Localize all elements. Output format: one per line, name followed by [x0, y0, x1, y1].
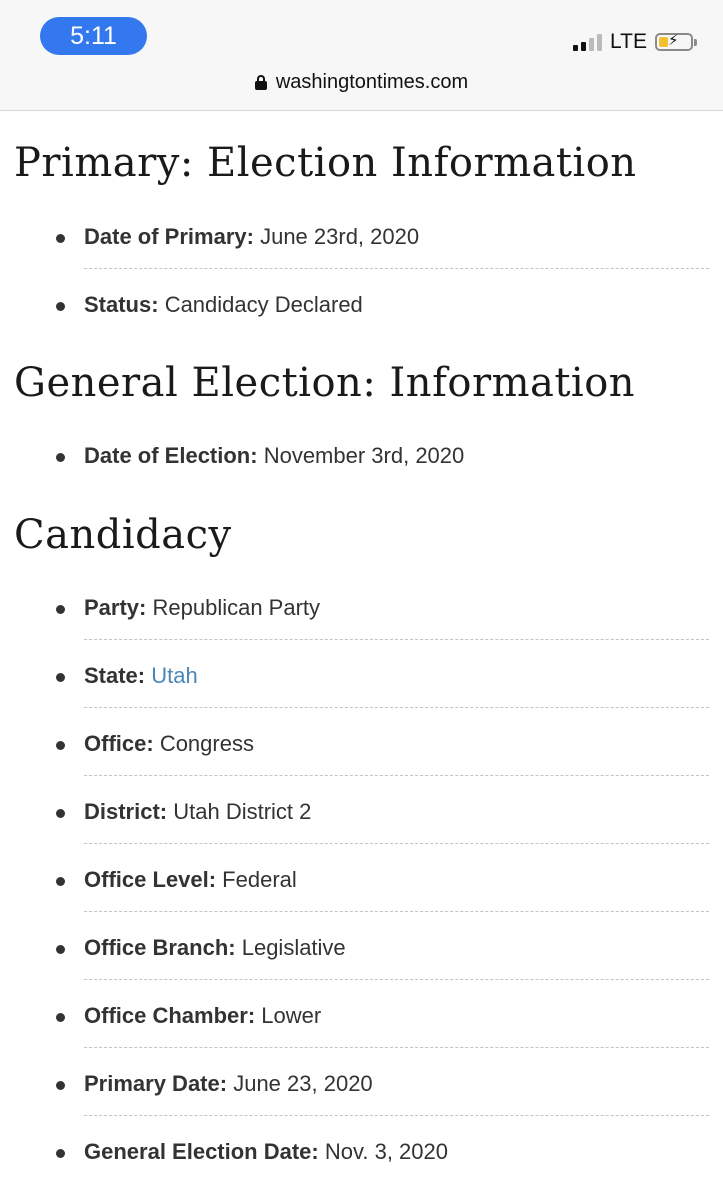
status-indicators: LTE ⚡ — [573, 29, 697, 55]
item-label: Date of Election: — [84, 443, 258, 468]
item-label: Date of Primary: — [84, 224, 254, 249]
cellular-signal-icon — [573, 33, 603, 51]
list-item-office-chamber: Office Chamber: Lower — [0, 980, 723, 1048]
item-label: Office Level: — [84, 867, 217, 892]
item-label: Party: — [84, 595, 147, 620]
item-label: State: — [84, 663, 146, 688]
battery-icon: ⚡ — [655, 32, 697, 51]
state-link[interactable]: Utah — [151, 663, 197, 688]
browser-top-bar: 5:11 LTE ⚡ washingtontimes.com — [0, 0, 723, 111]
candidacy-info-list: Party: Republican Party State: Utah Offi… — [0, 572, 723, 1184]
item-value: Candidacy Declared — [164, 292, 363, 317]
item-value: Republican Party — [152, 595, 321, 620]
item-label: Office: — [84, 731, 154, 756]
general-election-info-list: Date of Election: November 3rd, 2020 — [0, 420, 723, 488]
address-bar[interactable]: washingtontimes.com — [0, 68, 723, 96]
item-label: District: — [84, 799, 168, 824]
list-item-date-of-election: Date of Election: November 3rd, 2020 — [0, 420, 723, 488]
list-item-office-level: Office Level: Federal — [0, 844, 723, 912]
item-value: Utah District 2 — [173, 799, 312, 824]
item-value: Lower — [261, 1003, 322, 1028]
list-item-office: Office: Congress — [0, 708, 723, 776]
item-value: June 23, 2020 — [233, 1071, 373, 1096]
general-election-section-title: General Election: Information — [14, 360, 636, 406]
list-item-general-election-date: General Election Date: Nov. 3, 2020 — [0, 1116, 723, 1184]
list-item-state: State: Utah — [0, 640, 723, 708]
item-label: General Election Date: — [84, 1139, 319, 1164]
item-label: Office Branch: — [84, 935, 236, 960]
list-item-status: Status: Candidacy Declared — [0, 269, 723, 337]
item-value: November 3rd, 2020 — [263, 443, 465, 468]
item-label: Office Chamber: — [84, 1003, 256, 1028]
item-value: Nov. 3, 2020 — [324, 1139, 448, 1164]
list-item-district: District: Utah District 2 — [0, 776, 723, 844]
item-label: Status: — [84, 292, 159, 317]
item-label: Primary Date: — [84, 1071, 228, 1096]
lock-icon — [254, 74, 267, 90]
list-item-primary-date: Primary Date: June 23, 2020 — [0, 1048, 723, 1116]
primary-section-title: Primary: Election Information — [14, 140, 637, 186]
item-value: June 23rd, 2020 — [260, 224, 420, 249]
list-item-office-branch: Office Branch: Legislative — [0, 912, 723, 980]
item-value: Congress — [159, 731, 254, 756]
list-item-date-of-primary: Date of Primary: June 23rd, 2020 — [0, 201, 723, 269]
primary-info-list: Date of Primary: June 23rd, 2020 Status:… — [0, 201, 723, 337]
list-item-party: Party: Republican Party — [0, 572, 723, 640]
item-value: Legislative — [241, 935, 346, 960]
url-text[interactable]: washingtontimes.com — [276, 71, 468, 94]
candidacy-section-title: Candidacy — [14, 512, 232, 558]
item-value: Federal — [222, 867, 297, 892]
status-time[interactable]: 5:11 — [40, 17, 147, 55]
network-type-label: LTE — [610, 30, 647, 53]
